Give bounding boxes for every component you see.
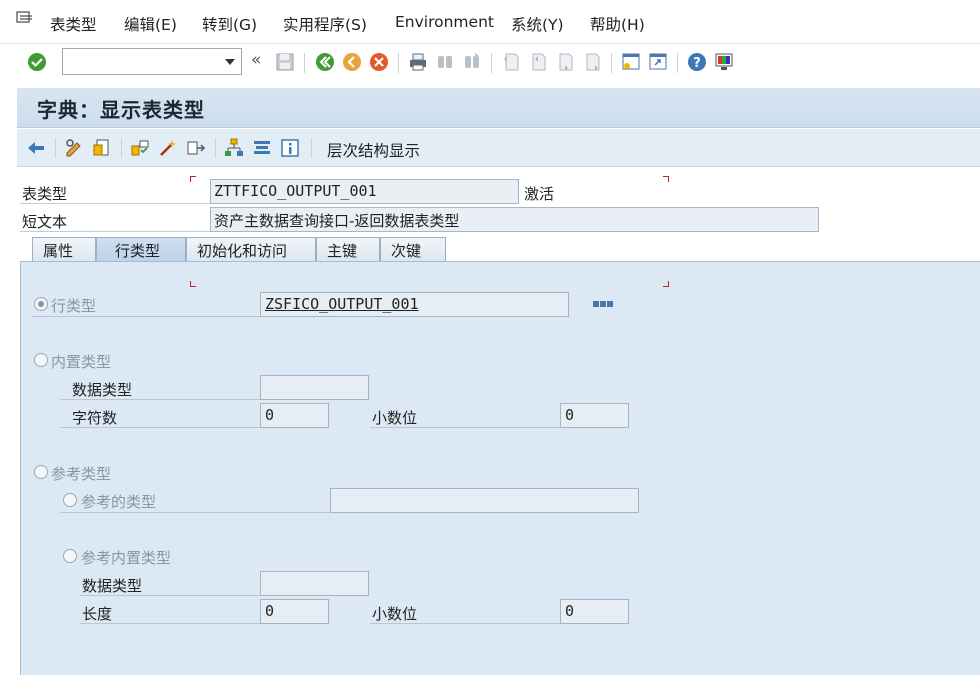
customize-layout-icon[interactable]	[713, 51, 735, 73]
activate-icon[interactable]	[157, 137, 179, 159]
command-dropdown-icon[interactable]	[225, 59, 235, 65]
display-change-icon[interactable]	[63, 137, 85, 159]
navigation-window-icon[interactable]	[251, 137, 273, 159]
enter-icon[interactable]	[26, 51, 48, 73]
first-page-icon[interactable]	[500, 51, 522, 73]
check-icon[interactable]	[129, 137, 151, 159]
tab-secondary-key[interactable]: 次键	[380, 237, 446, 261]
ref-decimals-field[interactable]: 0	[560, 599, 629, 624]
tab-initialization-access[interactable]: 初始化和访问	[186, 237, 316, 261]
row-type-field[interactable]: ZSFICO_OUTPUT_001	[260, 292, 569, 317]
other-object-icon[interactable]	[91, 137, 113, 159]
tab-primary-key[interactable]: 主键	[316, 237, 380, 261]
ref-type-radio[interactable]	[34, 465, 48, 479]
back-arrow-icon[interactable]	[25, 137, 47, 159]
row-type-radio[interactable]	[34, 297, 48, 311]
last-page-icon[interactable]	[581, 51, 603, 73]
more-options-icon[interactable]	[592, 299, 614, 309]
row-type-label: 行类型	[51, 297, 97, 315]
chars-field[interactable]: 0	[260, 403, 329, 428]
data-type-field[interactable]	[260, 375, 369, 400]
ref-to-type-label: 参考的类型	[81, 493, 157, 511]
short-text-field[interactable]: 资产主数据查询接口-返回数据表类型	[210, 207, 819, 232]
back-icon[interactable]	[314, 51, 336, 73]
table-type-label: 表类型	[22, 185, 68, 203]
shortcut-icon[interactable]	[647, 51, 669, 73]
application-toolbar: 层次结构显示	[17, 129, 980, 167]
decimals-field[interactable]: 0	[560, 403, 629, 428]
menu-utilities[interactable]: 实用程序(S)	[283, 13, 367, 35]
save-icon[interactable]	[274, 51, 296, 73]
system-menu-icon[interactable]	[16, 10, 34, 26]
exit-icon[interactable]	[341, 51, 363, 73]
table-type-field[interactable]: ZTTFICO_OUTPUT_001	[210, 179, 519, 204]
menu-help[interactable]: 帮助(H)	[590, 13, 645, 35]
system-toolbar: « ?	[0, 44, 980, 80]
info-icon[interactable]	[279, 137, 301, 159]
length-label: 长度	[82, 605, 113, 623]
decimals-label: 小数位	[372, 409, 418, 427]
find-icon[interactable]	[434, 51, 456, 73]
menu-goto[interactable]: 转到(G)	[202, 13, 257, 35]
builtin-type-label: 内置类型	[51, 353, 112, 371]
row-type-tab-panel	[20, 261, 980, 675]
object-list-icon[interactable]	[223, 137, 245, 159]
ref-decimals-label: 小数位	[372, 605, 418, 623]
ref-builtin-type-radio[interactable]	[63, 549, 77, 563]
builtin-type-radio[interactable]	[34, 353, 48, 367]
tab-row-type[interactable]: 行类型	[96, 237, 186, 261]
next-page-icon[interactable]	[554, 51, 576, 73]
ref-type-label: 参考类型	[51, 465, 112, 483]
collapse-icon[interactable]: «	[251, 50, 261, 70]
menu-environment[interactable]: Environment	[395, 13, 494, 31]
ref-builtin-type-label: 参考内置类型	[81, 549, 172, 567]
cancel-icon[interactable]	[368, 51, 390, 73]
ref-to-type-radio[interactable]	[63, 493, 77, 507]
ref-data-type-label: 数据类型	[82, 577, 143, 595]
chars-label: 字符数	[72, 409, 118, 427]
ref-to-type-field[interactable]	[330, 488, 639, 513]
page-title: 字典：显示表类型	[37, 98, 205, 122]
menu-bar: 表类型 编辑(E) 转到(G) 实用程序(S) Environment 系统(Y…	[0, 0, 980, 44]
find-next-icon[interactable]	[461, 51, 483, 73]
command-field[interactable]	[62, 48, 242, 75]
data-type-label: 数据类型	[72, 381, 133, 399]
hierarchy-display-button[interactable]: 层次结构显示	[327, 139, 420, 161]
menu-edit[interactable]: 编辑(E)	[124, 13, 177, 35]
where-used-icon[interactable]	[185, 137, 207, 159]
short-text-label: 短文本	[22, 213, 68, 231]
new-session-icon[interactable]	[620, 51, 642, 73]
previous-page-icon[interactable]	[527, 51, 549, 73]
ref-data-type-field[interactable]	[260, 571, 369, 596]
menu-system[interactable]: 系统(Y)	[511, 13, 564, 35]
print-icon[interactable]	[407, 51, 429, 73]
svg-text:?: ?	[693, 56, 701, 71]
length-field[interactable]: 0	[260, 599, 329, 624]
screen-title-bar: 字典：显示表类型	[17, 88, 980, 128]
help-icon[interactable]: ?	[686, 51, 708, 73]
tab-attributes[interactable]: 属性	[32, 237, 96, 261]
status-text: 激活	[524, 185, 555, 203]
menu-table-type[interactable]: 表类型	[50, 13, 97, 35]
